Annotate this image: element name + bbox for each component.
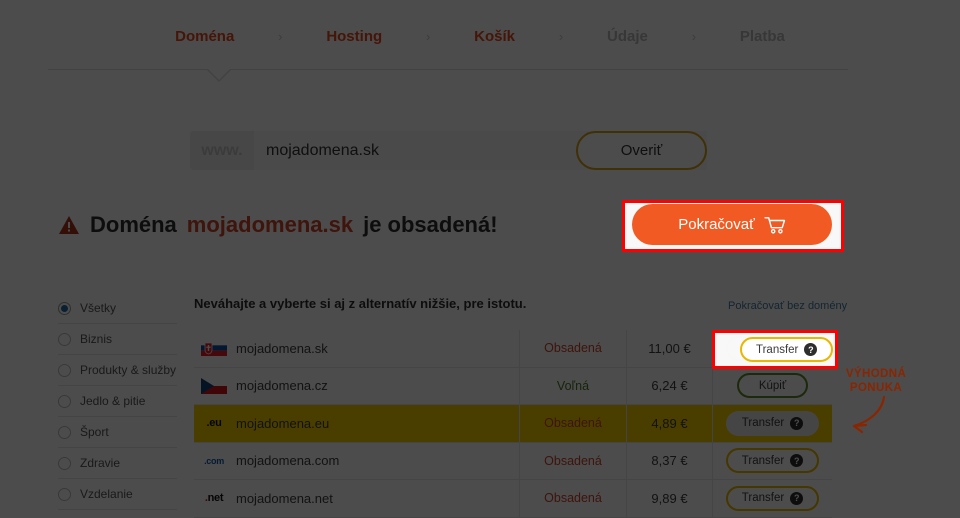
page-root: Doména › Hosting › Košík › Údaje › Platb… (0, 0, 960, 518)
domain-price: 9,89 € (626, 480, 712, 517)
divider-line (48, 69, 848, 70)
domain-name: mojadomena.sk (236, 340, 328, 356)
shopping-cart-icon (764, 216, 785, 234)
sidebar-item-produkty-sluzby[interactable]: Produkty & služby (58, 355, 177, 386)
domain-price: 8,37 € (626, 442, 712, 479)
www-prefix-label: www. (190, 131, 254, 170)
breadcrumb-separator-icon: › (278, 29, 283, 44)
flag-cz-icon (194, 377, 234, 394)
domain-status: Voľná (519, 367, 626, 404)
verify-button[interactable]: Overiť (576, 131, 707, 170)
breadcrumb-step-udaje[interactable]: Údaje (603, 28, 652, 45)
domain-action-cell: Transfer ? (712, 405, 832, 442)
sidebar-item-vzdelanie[interactable]: Vzdelanie (58, 479, 177, 510)
breadcrumb-separator-icon: › (691, 29, 697, 44)
domain-search-bar: www. Overiť (190, 131, 707, 170)
continue-without-domain-link[interactable]: Pokračovať bez domény (728, 300, 847, 312)
tld-net-icon: .net (204, 492, 224, 505)
table-row[interactable]: .eu mojadomena.eu Obsadená 4,89 € Transf… (194, 405, 832, 443)
transfer-button-label: Transfer (741, 417, 785, 430)
annotation-offer-label-line2: PONUKA (849, 382, 903, 394)
sidebar-item-biznis[interactable]: Biznis (58, 324, 177, 355)
sidebar-item-jedlo-pitie[interactable]: Jedlo & pitie (58, 386, 177, 417)
domain-status: Obsadená (519, 442, 626, 479)
domain-price: 11,00 € (626, 330, 712, 367)
continue-button-highlighted[interactable]: Pokračovať (632, 204, 832, 245)
sidebar-item-label: Zdravie (80, 456, 121, 470)
domain-status: Obsadená (519, 480, 626, 517)
help-icon[interactable]: ? (790, 491, 804, 505)
domain-status: Obsadená (519, 405, 626, 442)
domain-action-cell: Transfer ? (712, 480, 832, 517)
page-title-prefix: Doména (90, 212, 177, 237)
transfer-button[interactable]: Transfer ? (725, 485, 820, 511)
category-filter-list: Všetky Biznis Produkty & služby Jedlo & … (58, 293, 177, 510)
breadcrumb: Doména › Hosting › Košík › Údaje › Platb… (0, 28, 960, 45)
domain-status: Obsadená (519, 330, 626, 367)
transfer-button[interactable]: Transfer ? (725, 448, 820, 474)
breadcrumb-step-platba[interactable]: Platba (736, 28, 789, 45)
sidebar-item-label: Všetky (80, 301, 117, 315)
domain-name: mojadomena.cz (236, 378, 328, 394)
alternatives-heading: Neváhajte a vyberte si aj z alternatív n… (194, 296, 527, 311)
radio-icon[interactable] (58, 487, 71, 501)
help-icon[interactable]: ? (804, 343, 818, 356)
annotation-arrow-icon (852, 395, 886, 434)
domain-name: mojadomena.com (236, 453, 340, 469)
flag-sk-icon (194, 340, 234, 357)
transfer-button[interactable]: Transfer ? (725, 410, 820, 436)
domain-name: mojadomena.eu (236, 415, 330, 431)
page-title: Doména mojadomena.sk je obsadená! (58, 212, 498, 238)
page-title-domain: mojadomena.sk (186, 212, 354, 237)
domain-name: mojadomena.net (236, 490, 333, 506)
sidebar-item-label: Jedlo & pitie (80, 394, 146, 408)
breadcrumb-step-hosting[interactable]: Hosting (322, 28, 386, 45)
sidebar-item-label: Produkty & služby (80, 363, 177, 377)
transfer-button-label: Transfer (756, 343, 799, 356)
domain-price: 6,24 € (626, 367, 712, 404)
breadcrumb-separator-icon: › (425, 29, 431, 44)
domain-action-cell: Transfer ? (712, 442, 832, 479)
transfer-button-label: Transfer (741, 454, 785, 467)
transfer-button-label: Transfer (741, 492, 785, 505)
radio-icon[interactable] (58, 394, 71, 408)
table-row[interactable]: mojadomena.cz Voľná 6,24 € Kúpiť (194, 367, 832, 405)
sidebar-item-sport[interactable]: Šport (58, 417, 177, 448)
help-icon[interactable]: ? (790, 416, 804, 430)
help-icon[interactable]: ? (790, 454, 804, 468)
buy-button[interactable]: Kúpiť (736, 373, 809, 399)
radio-icon[interactable] (58, 425, 71, 439)
annotation-offer-label: VÝHODNÁ PONUKA (838, 367, 914, 395)
radio-icon[interactable] (58, 332, 71, 346)
warning-triangle-icon (59, 216, 79, 234)
sidebar-item-label: Šport (80, 425, 109, 439)
page-title-suffix: je obsadená! (363, 212, 498, 237)
radio-icon[interactable] (58, 456, 71, 470)
sidebar-item-zdravie[interactable]: Zdravie (58, 448, 177, 479)
radio-icon[interactable] (58, 363, 71, 377)
annotation-offer-label-line1: VÝHODNÁ (845, 368, 907, 380)
tld-eu-icon: .eu (206, 417, 222, 430)
breadcrumb-step-kosik[interactable]: Košík (470, 28, 519, 45)
radio-icon[interactable] (58, 301, 71, 315)
header-divider (48, 68, 848, 85)
sidebar-item-label: Biznis (80, 332, 113, 346)
active-step-notch-icon (206, 68, 232, 82)
tld-com-icon: .com (204, 455, 224, 466)
table-row[interactable]: .net mojadomena.net Obsadená 9,89 € Tran… (194, 480, 832, 518)
breadcrumb-separator-icon: › (558, 29, 564, 44)
domain-action-cell: Kúpiť (712, 367, 832, 404)
breadcrumb-step-domena[interactable]: Doména (171, 28, 238, 45)
sidebar-item-vsetky[interactable]: Všetky (58, 293, 177, 324)
sidebar-item-label: Vzdelanie (80, 487, 133, 501)
transfer-button-highlighted[interactable]: Transfer ? (740, 337, 834, 362)
table-row[interactable]: .com mojadomena.com Obsadená 8,37 € Tran… (194, 442, 832, 480)
continue-button-label: Pokračovať (678, 216, 755, 233)
domain-price: 4,89 € (626, 405, 712, 442)
